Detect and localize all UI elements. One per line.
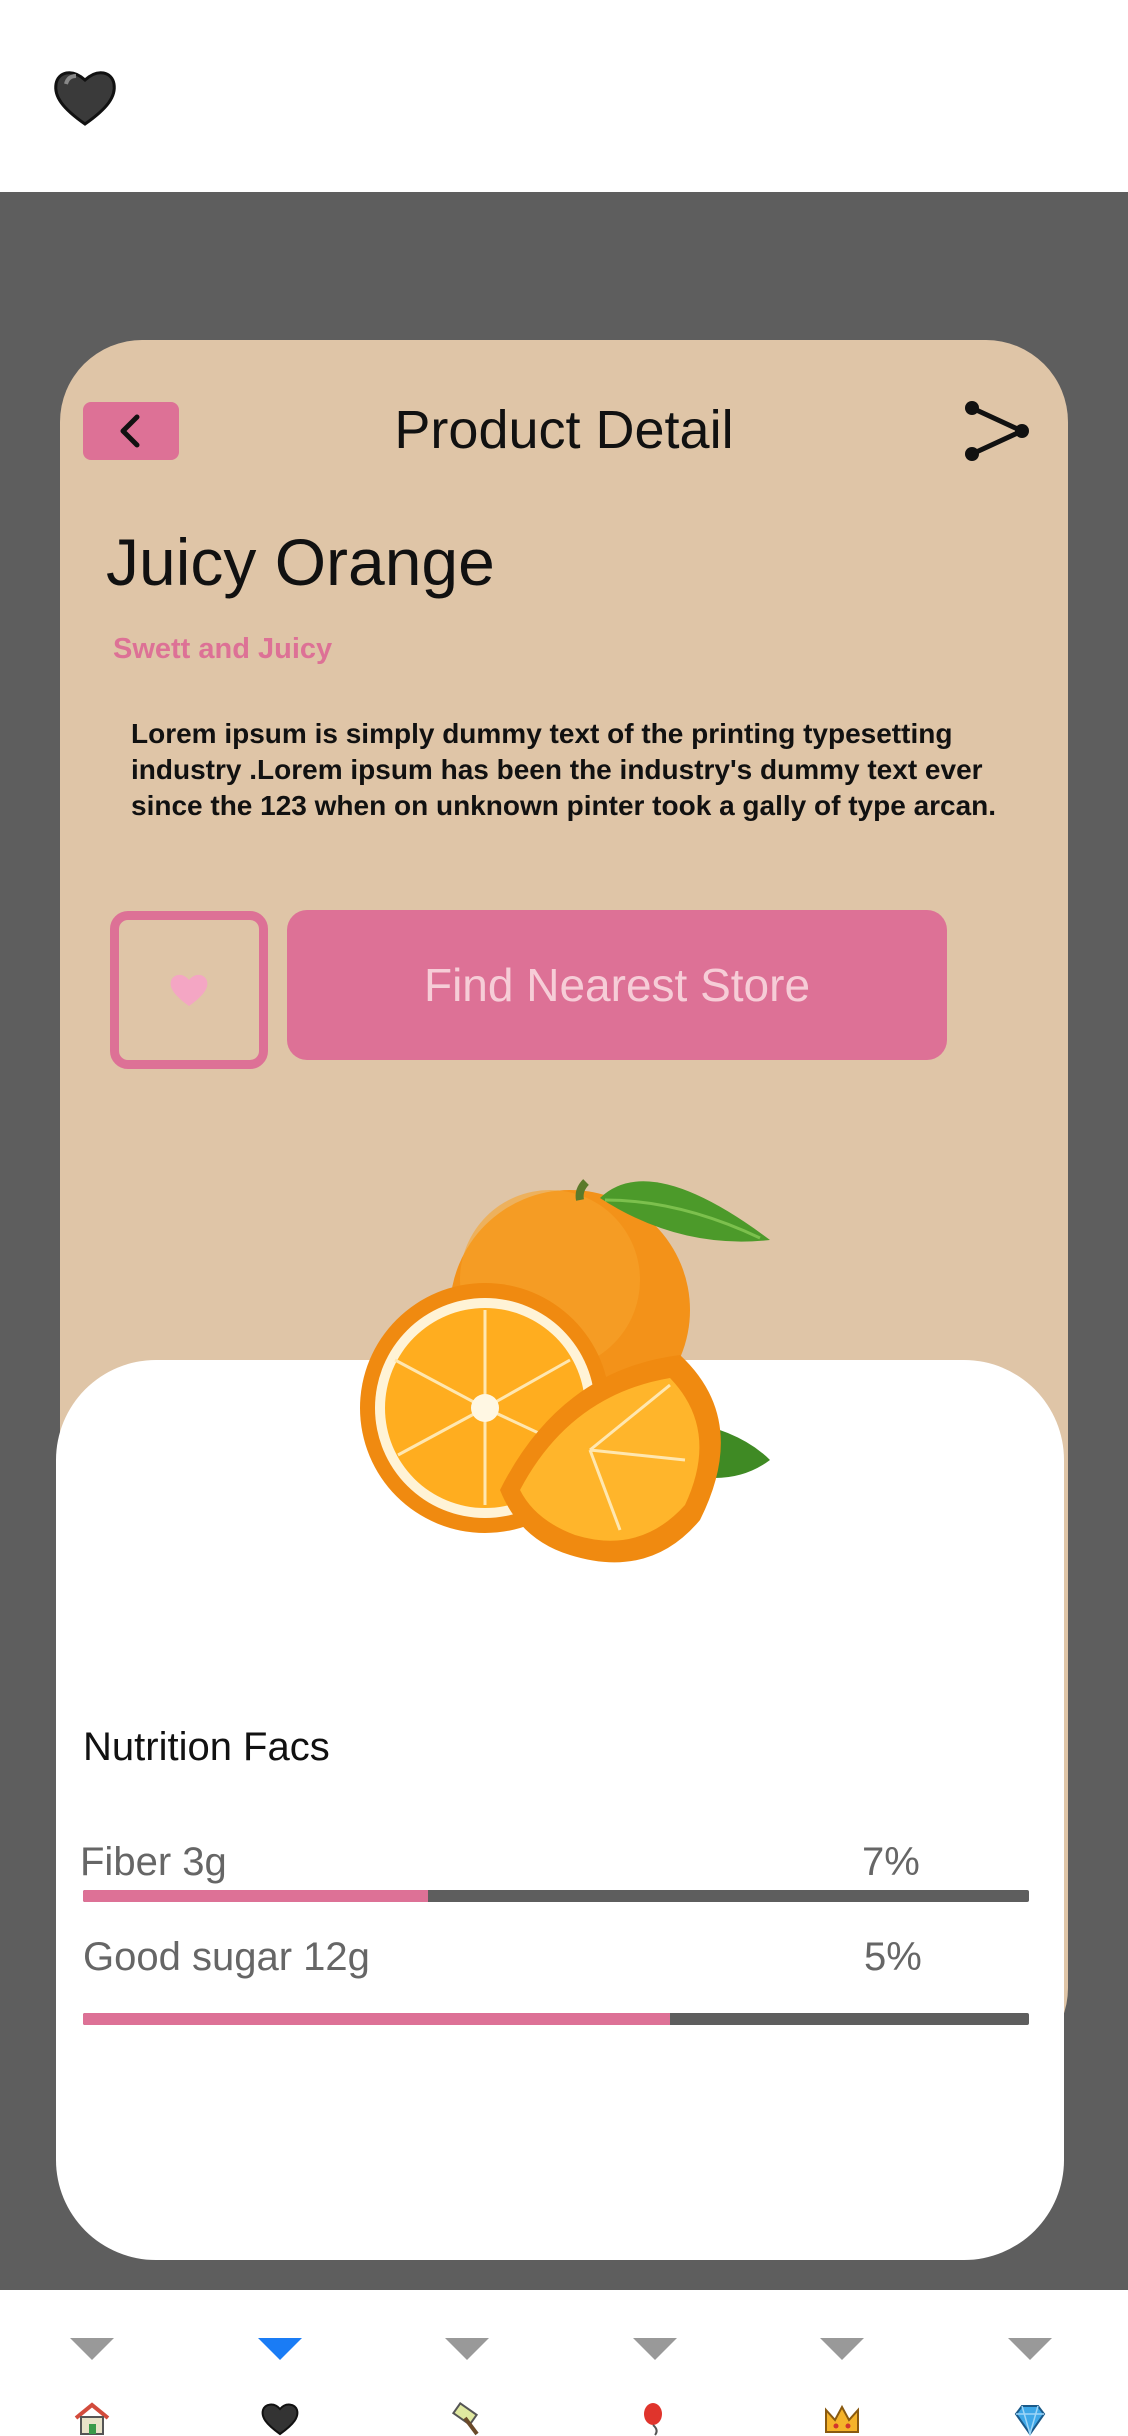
nutrition-item-percent: 7% — [862, 1840, 920, 1884]
crown-icon — [825, 2404, 859, 2433]
nutrition-progress-fill — [83, 1890, 429, 1902]
top-bar — [0, 0, 1128, 192]
bottom-nav — [0, 2290, 1128, 2436]
nav-item-party[interactable] — [625, 2338, 685, 2436]
nav-indicator — [1008, 2338, 1052, 2360]
nutrition-progress-bar — [83, 1890, 1029, 1902]
home-icon — [74, 2402, 110, 2435]
hammer-icon — [451, 2402, 479, 2436]
nav-indicator — [258, 2338, 302, 2360]
nav-indicator — [633, 2338, 677, 2360]
product-description: Lorem ipsum is simply dummy text of the … — [131, 718, 997, 821]
orange-image — [360, 1179, 770, 1563]
nav-item-favorites[interactable] — [250, 2338, 310, 2436]
nutrition-item-name: Good sugar 12g — [83, 1935, 370, 1979]
nav-item-gems[interactable] — [1000, 2338, 1060, 2436]
nav-item-home[interactable] — [62, 2338, 122, 2436]
find-nearest-store-button[interactable]: Find Nearest Store — [287, 910, 947, 1060]
favorite-button[interactable] — [110, 911, 268, 1069]
heart-icon — [170, 974, 208, 1006]
product-subtitle: Swett and Juicy — [113, 633, 333, 665]
nutrition-title: Nutrition Facs — [83, 1725, 330, 1769]
nutrition-item-name: Fiber 3g — [80, 1840, 227, 1884]
nav-indicator — [445, 2338, 489, 2360]
heart-icon[interactable] — [52, 66, 118, 128]
share-icon[interactable] — [962, 398, 1032, 464]
gem-icon — [1014, 2405, 1046, 2436]
heart-icon — [261, 2403, 299, 2436]
nutrition-item-percent: 5% — [864, 1935, 922, 1979]
nav-item-tools[interactable] — [437, 2338, 497, 2436]
nutrition-progress-fill — [83, 2013, 670, 2025]
balloon-icon — [644, 2403, 662, 2436]
nutrition-progress-bar — [83, 2013, 1029, 2025]
nav-indicator — [820, 2338, 864, 2360]
product-name: Juicy Orange — [106, 525, 495, 599]
nav-item-premium[interactable] — [812, 2338, 872, 2436]
chevron-left-icon — [120, 414, 140, 448]
nav-indicator — [70, 2338, 114, 2360]
back-button[interactable] — [83, 402, 179, 460]
page-title: Product Detail — [394, 400, 734, 460]
